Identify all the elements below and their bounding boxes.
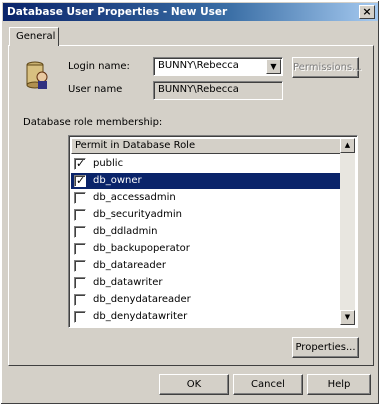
login-name-combo[interactable]: BUNNY\Rebecca ▼ bbox=[153, 57, 283, 76]
vertical-scrollbar[interactable]: ▲ ▼ bbox=[340, 138, 355, 325]
role-checkbox[interactable] bbox=[74, 226, 86, 238]
login-name-value: BUNNY\Rebecca bbox=[158, 60, 239, 71]
role-row[interactable]: db_datawriter bbox=[71, 275, 343, 291]
help-button[interactable]: Help bbox=[307, 374, 371, 395]
role-label: db_owner bbox=[93, 175, 142, 186]
role-row[interactable]: db_backupoperator bbox=[71, 241, 343, 257]
role-checkbox[interactable] bbox=[74, 311, 86, 323]
roles-column-header[interactable]: Permit in Database Role bbox=[71, 138, 343, 154]
role-row[interactable]: ✓ db_owner bbox=[71, 173, 343, 189]
role-row[interactable]: db_datareader bbox=[71, 258, 343, 274]
role-checkbox[interactable] bbox=[74, 277, 86, 289]
close-icon[interactable]: × bbox=[359, 5, 375, 19]
tab-general-label: General bbox=[16, 31, 56, 42]
dialog-window: Database User Properties - New User × Ge… bbox=[0, 0, 380, 405]
role-label: db_datareader bbox=[93, 260, 167, 271]
title-bar[interactable]: Database User Properties - New User × bbox=[3, 3, 378, 21]
scroll-up-icon[interactable]: ▲ bbox=[340, 138, 355, 153]
role-row[interactable]: db_ddladmin bbox=[71, 224, 343, 240]
check-icon: ✓ bbox=[76, 157, 86, 170]
role-label: db_backupoperator bbox=[93, 243, 190, 254]
role-row[interactable]: ✓ public bbox=[71, 156, 343, 172]
chevron-down-icon[interactable]: ▼ bbox=[266, 59, 281, 74]
role-checkbox[interactable] bbox=[74, 209, 86, 221]
user-name-field[interactable]: BUNNY\Rebecca bbox=[153, 81, 283, 100]
user-name-value: BUNNY\Rebecca bbox=[158, 84, 239, 95]
role-label: db_denydatareader bbox=[93, 294, 191, 305]
role-label: db_datawriter bbox=[93, 277, 163, 288]
roles-label: Database role membership: bbox=[23, 117, 163, 128]
role-row[interactable]: db_denydatareader bbox=[71, 292, 343, 308]
cancel-button[interactable]: Cancel bbox=[233, 374, 303, 395]
role-checkbox[interactable]: ✓ bbox=[74, 157, 86, 170]
role-checkbox[interactable] bbox=[74, 243, 86, 255]
role-label: db_ddladmin bbox=[93, 226, 158, 237]
role-checkbox[interactable]: ✓ bbox=[74, 174, 86, 187]
role-checkbox[interactable] bbox=[74, 260, 86, 272]
scroll-down-icon[interactable]: ▼ bbox=[340, 310, 355, 325]
user-name-label: User name bbox=[68, 84, 123, 95]
permissions-button[interactable]: Permissions... bbox=[292, 57, 362, 78]
role-label: db_accessadmin bbox=[93, 192, 176, 203]
check-icon: ✓ bbox=[76, 174, 86, 187]
role-label: db_denydatawriter bbox=[93, 311, 188, 322]
role-row[interactable]: db_denydatawriter bbox=[71, 309, 343, 325]
properties-button[interactable]: Properties... bbox=[292, 337, 359, 358]
role-label: db_securityadmin bbox=[93, 209, 182, 220]
tab-general[interactable]: General bbox=[9, 27, 59, 46]
window-title: Database User Properties - New User bbox=[7, 6, 228, 18]
roles-listbox[interactable]: Permit in Database Role ✓ public ✓ db_owner… bbox=[68, 135, 358, 328]
role-label: public bbox=[93, 158, 124, 169]
role-checkbox[interactable] bbox=[74, 192, 86, 204]
role-row[interactable]: db_securityadmin bbox=[71, 207, 343, 223]
role-checkbox[interactable] bbox=[74, 294, 86, 306]
login-name-label: Login name: bbox=[68, 61, 130, 72]
role-row[interactable]: db_accessadmin bbox=[71, 190, 343, 206]
database-user-icon bbox=[26, 61, 48, 89]
ok-button[interactable]: OK bbox=[159, 374, 229, 395]
